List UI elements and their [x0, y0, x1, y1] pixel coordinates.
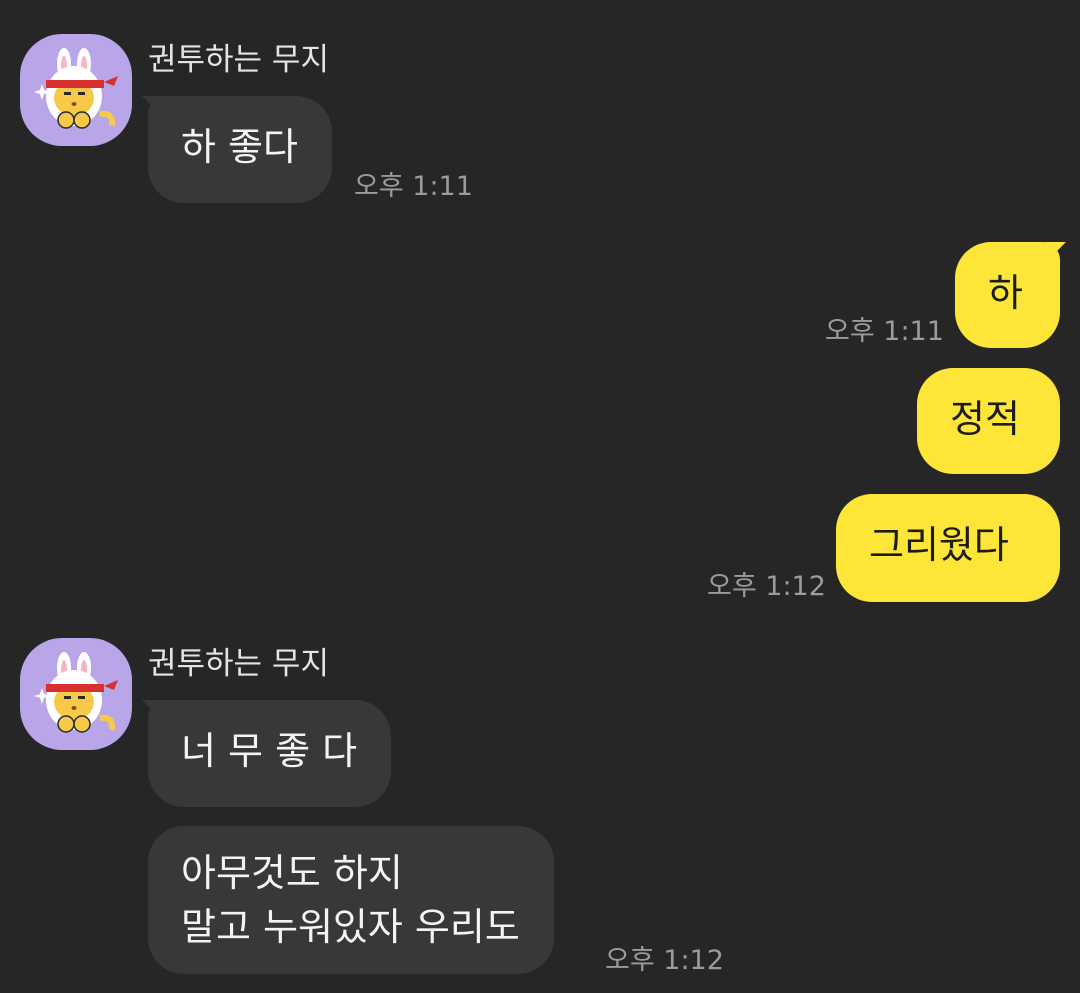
profile-avatar[interactable]	[20, 34, 132, 146]
message-bubble[interactable]: 아무것도 하지 말고 누워있자 우리도	[148, 826, 554, 974]
message-timestamp: 오후 1:12	[707, 571, 826, 602]
message-bubble[interactable]: 정적	[917, 368, 1060, 474]
sender-name: 권투하는 무지	[148, 42, 329, 78]
message-bubble[interactable]: 너 무 좋 다	[148, 700, 392, 807]
muzi-boxing-avatar-icon	[34, 48, 118, 129]
message-timestamp: 오후 1:12	[605, 945, 724, 976]
message-bubble[interactable]: 그리웠다	[836, 494, 1060, 602]
sender-name: 권투하는 무지	[148, 646, 329, 682]
message-bubble[interactable]: 하	[955, 242, 1060, 348]
message-timestamp: 오후 1:11	[825, 316, 944, 347]
profile-avatar[interactable]	[20, 638, 132, 750]
message-bubble[interactable]: 하 좋다	[148, 96, 332, 203]
muzi-boxing-avatar-icon	[34, 652, 118, 733]
message-timestamp: 오후 1:11	[354, 171, 473, 202]
